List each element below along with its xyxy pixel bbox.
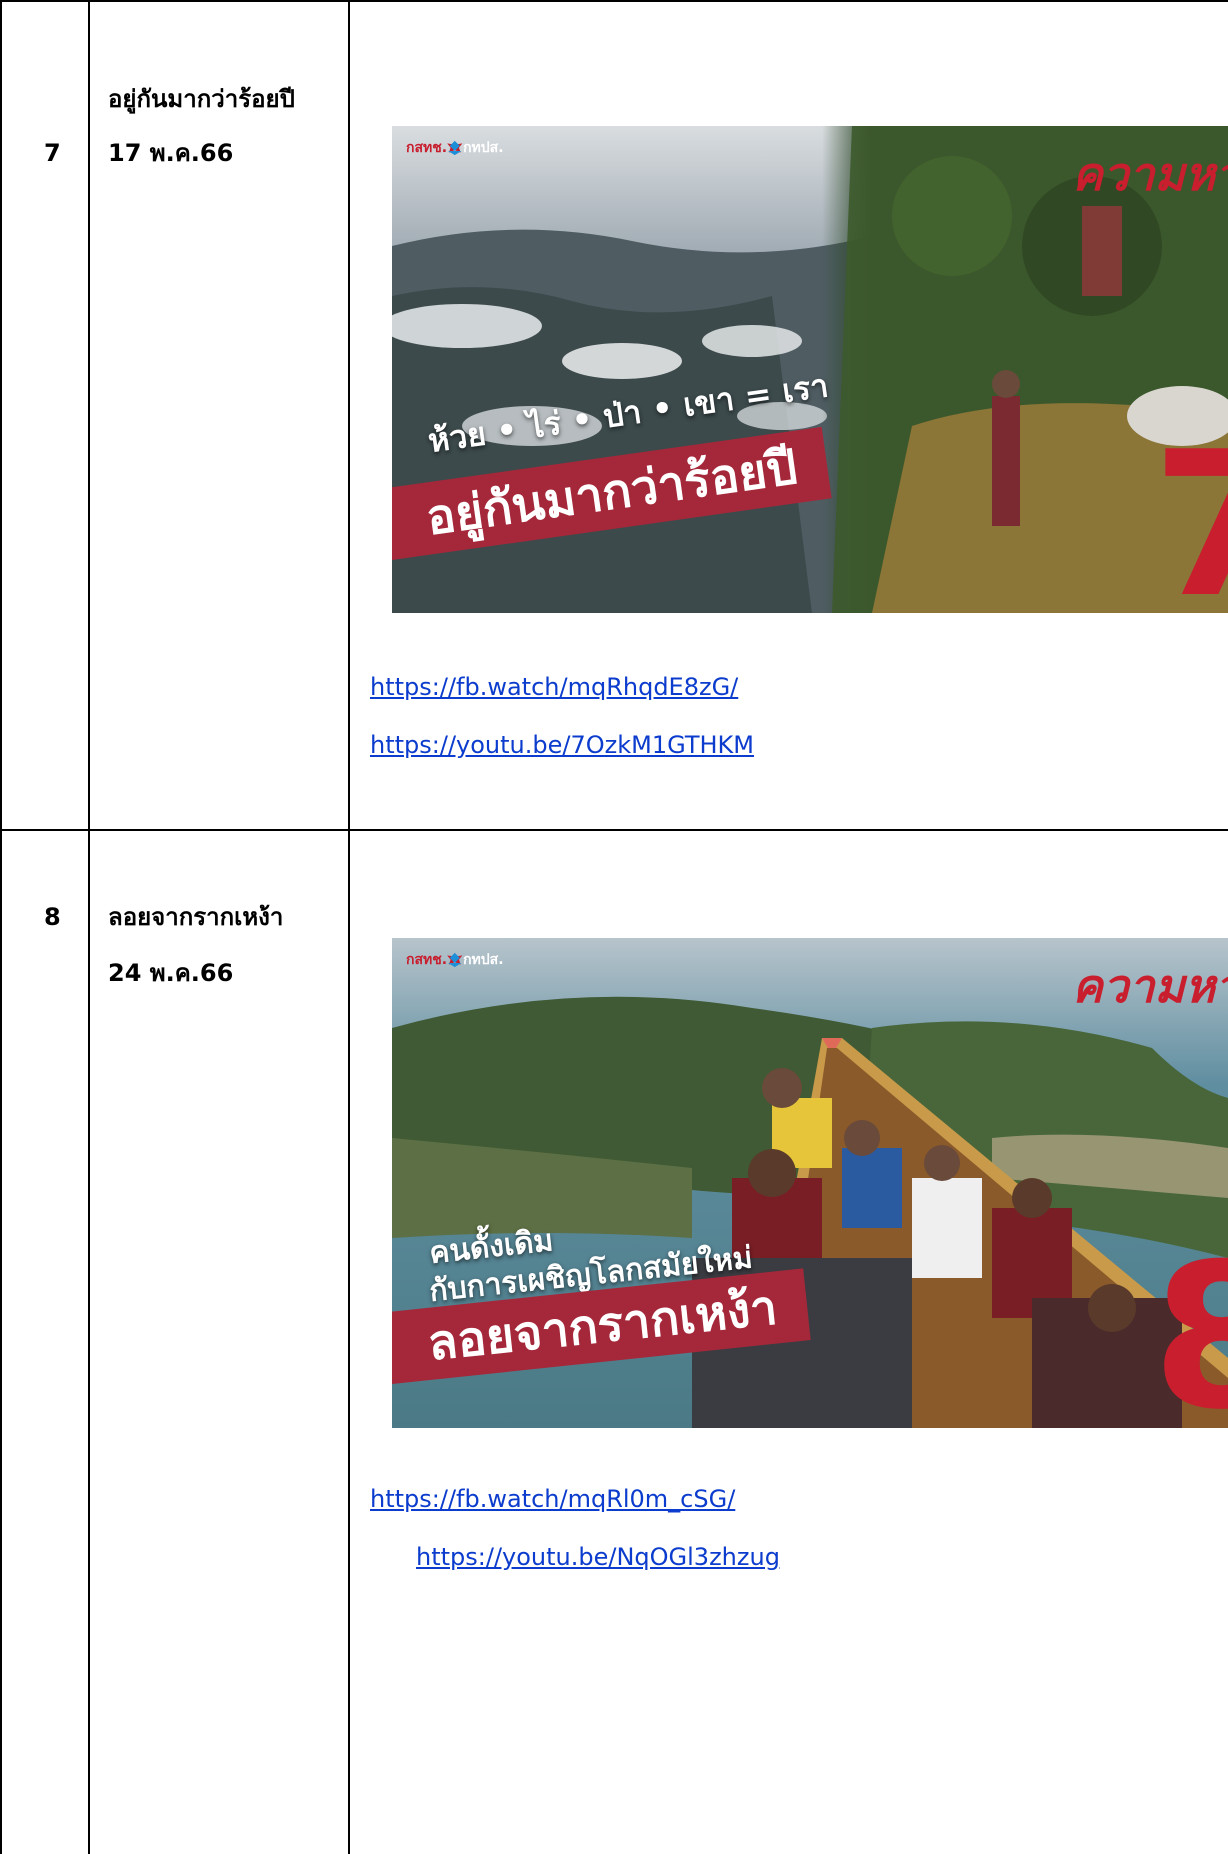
row-number: 7 <box>44 139 61 167</box>
show-brand-logo: ความหวัง <box>1072 959 1228 1013</box>
logo-group: กสทช. กทปส. <box>406 140 504 156</box>
youtube-video-link[interactable]: https://youtu.be/7OzkM1GTHKM <box>370 730 754 760</box>
btfp-emblem-icon <box>448 952 462 968</box>
episode-title: อยู่กันมากว่าร้อยปี <box>108 85 295 113</box>
row-divider <box>0 829 1228 831</box>
episode-thumbnail[interactable]: กสทช. กทปส. ความหวัง ห้วย • ไร่ • ป่า • … <box>392 126 1228 613</box>
episode-number-badge: 7 <box>1152 409 1228 614</box>
episode-date: 24 พ.ค.66 <box>108 959 234 987</box>
logo-group: กสทช. กทปส. <box>406 952 504 968</box>
column-divider-2 <box>348 0 350 1854</box>
show-brand-logo: ความหวัง <box>1072 147 1228 201</box>
episode-date: 17 พ.ค.66 <box>108 139 234 167</box>
table-border-left <box>0 0 2 1854</box>
episode-thumbnail[interactable]: กสทช. กทปส. ความหวัง คนดั้งเดิม กับการเผ… <box>392 938 1228 1428</box>
youtube-video-link[interactable]: https://youtu.be/NqOGl3zhzug <box>416 1542 780 1572</box>
episode-number-badge: 8 <box>1152 1221 1228 1429</box>
facebook-video-link[interactable]: https://fb.watch/mqRhqdE8zG/ <box>370 672 738 702</box>
facebook-video-link[interactable]: https://fb.watch/mqRl0m_cSG/ <box>370 1484 735 1514</box>
btfp-logo: กทปส. <box>448 952 504 968</box>
btfp-emblem-icon <box>448 140 462 156</box>
btfp-logo: กทปส. <box>448 140 504 156</box>
column-divider-1 <box>88 0 90 1854</box>
table-border-top <box>0 0 1228 2</box>
row-number: 8 <box>44 903 61 931</box>
episode-title: ลอยจากรากเหง้า <box>108 903 284 931</box>
